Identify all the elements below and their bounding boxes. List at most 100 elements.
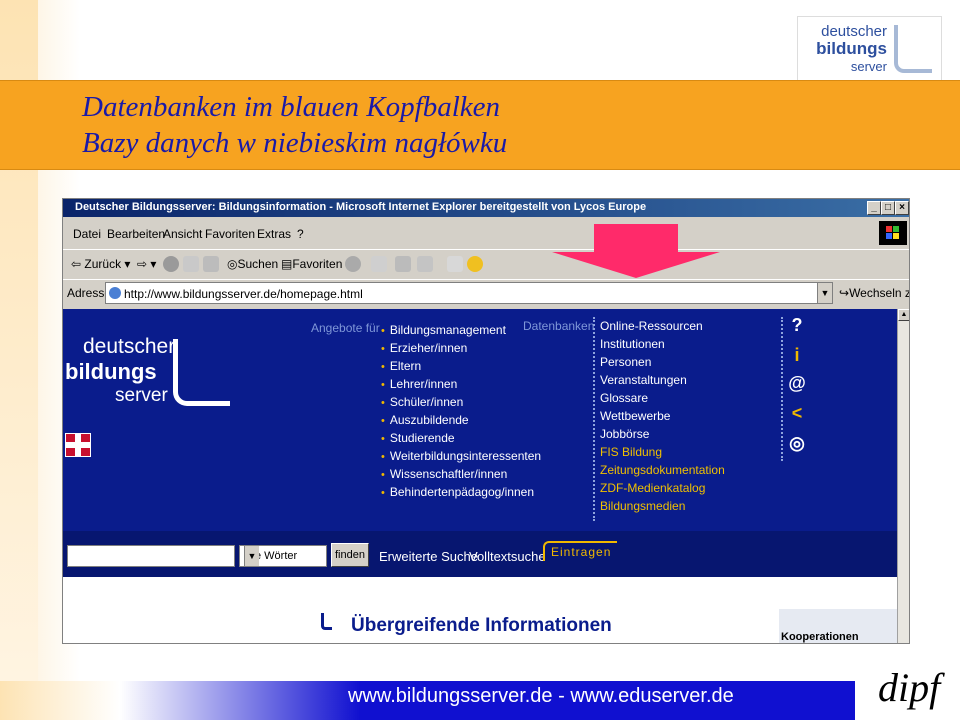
page-logo-line2: bildungs [65, 359, 157, 384]
email-icon[interactable]: @ [787, 373, 807, 394]
globe-icon[interactable]: ◎ [787, 433, 807, 454]
back-button[interactable]: ⇦ Zurück ▾ [71, 257, 130, 271]
address-url: http://www.bildungsserver.de/homepage.ht… [124, 287, 363, 301]
favorites-button[interactable]: ▤Favoriten [281, 257, 342, 271]
menu-ansicht[interactable]: Ansicht [163, 227, 202, 241]
menu-extras[interactable]: Extras [257, 227, 291, 241]
datenbanken-divider [593, 317, 597, 521]
sitemap-icon[interactable]: < [787, 403, 807, 424]
browser-screenshot: Deutscher Bildungsserver: Bildungsinform… [62, 198, 910, 644]
angebote-link[interactable]: Auszubildende [381, 411, 541, 429]
scroll-up-icon[interactable]: ▲ [898, 309, 909, 321]
page-logo-line1: deutscher [83, 335, 176, 358]
stop-icon[interactable] [163, 256, 179, 272]
maximize-button[interactable]: □ [881, 201, 895, 215]
datenbank-link[interactable]: Personen [600, 353, 703, 371]
datenbank-extra-link[interactable]: Bildungsmedien [600, 497, 725, 515]
forward-button[interactable]: ⇨ ▾ [137, 257, 156, 271]
angebote-link[interactable]: Behindertenpädagog/innen [381, 483, 541, 501]
go-label: Wechseln zu [849, 286, 909, 300]
datenbank-link[interactable]: Veranstaltungen [600, 371, 703, 389]
angebote-link[interactable]: Lehrer/innen [381, 375, 541, 393]
angebote-link[interactable]: Studierende [381, 429, 541, 447]
title-band: Datenbanken im blauen Kopfbalken Bazy da… [0, 80, 960, 170]
menu-help[interactable]: ? [297, 227, 304, 241]
english-flag-icon[interactable] [65, 433, 91, 457]
finden-button[interactable]: finden [331, 543, 369, 567]
go-arrow-icon: ↪ [839, 286, 850, 300]
print-icon[interactable] [395, 256, 411, 272]
datenbank-link[interactable]: Wettbewerbe [600, 407, 703, 425]
address-bar: Adresse http://www.bildungsserver.de/hom… [63, 279, 909, 306]
address-dropdown-icon[interactable]: ▼ [817, 282, 833, 304]
forward-arrow-icon: ⇨ ▾ [137, 257, 157, 271]
slide-title-polish: Bazy danych w niebieskim nagłówku [82, 127, 508, 159]
menu-bar: Datei Bearbeiten Ansicht Favoriten Extra… [63, 221, 909, 245]
search-mode-select[interactable]: alle Wörter ▼ [239, 545, 327, 567]
angebote-link[interactable]: Schüler/innen [381, 393, 541, 411]
subheading: Übergreifende Informationen [351, 615, 612, 636]
eintragen-tab[interactable]: Eintragen [543, 541, 618, 561]
datenbank-link[interactable]: Jobbörse [600, 425, 703, 443]
slide-logo-line3: server [850, 59, 887, 74]
subheading-bracket-icon [321, 613, 332, 630]
refresh-icon[interactable] [183, 256, 199, 272]
slide-title-german: Datenbanken im blauen Kopfbalken [82, 91, 500, 123]
windows-logo-icon [879, 221, 907, 245]
datenbank-extra-link[interactable]: FIS Bildung [600, 443, 725, 461]
datenbank-link[interactable]: Online-Ressourcen [600, 317, 703, 335]
erweiterte-suche-link[interactable]: Erweiterte Suche [379, 549, 478, 564]
angebote-link[interactable]: Weiterbildungsinteressenten [381, 447, 541, 465]
datenbank-extra-link[interactable]: ZDF-Medienkatalog [600, 479, 725, 497]
datenbanken-list: Online-Ressourcen Institutionen Personen… [600, 317, 703, 443]
back-arrow-icon: ⇦ [71, 257, 85, 271]
angebote-link[interactable]: Erzieher/innen [381, 339, 541, 357]
datenbank-extra-link[interactable]: Zeitungsdokumentation [600, 461, 725, 479]
datenbanken-extra-list: FIS Bildung Zeitungsdokumentation ZDF-Me… [600, 443, 725, 515]
pointer-arrow [552, 224, 720, 278]
menu-datei[interactable]: Datei [73, 227, 101, 241]
icons-divider [781, 317, 785, 461]
edit-icon[interactable] [417, 256, 433, 272]
chevron-down-icon: ▼ [244, 546, 259, 566]
search-label: Suchen [237, 257, 279, 271]
messenger-icon[interactable] [467, 256, 483, 272]
datenbank-link[interactable]: Glossare [600, 389, 703, 407]
slide-logo-line1: deutscher [821, 23, 887, 40]
webpage: deutscher bildungs server Angebote für B… [63, 309, 897, 643]
page-logo-bracket [173, 339, 230, 406]
slide-logo: deutscher bildungs server [797, 16, 942, 82]
go-button[interactable]: ↪Wechseln zu [839, 286, 909, 300]
datenbank-link[interactable]: Institutionen [600, 335, 703, 353]
close-button[interactable]: × [895, 201, 909, 215]
scrollbar[interactable]: ▲ [897, 309, 909, 643]
slide-logo-bracket [894, 25, 932, 73]
home-icon[interactable] [203, 256, 219, 272]
kooperationen-heading: Kooperationen [781, 631, 859, 643]
search-button[interactable]: ◎Suchen [227, 257, 278, 271]
favorites-label: Favoriten [292, 257, 343, 271]
volltextsuche-link[interactable]: Volltextsuche [469, 549, 546, 564]
menu-favoriten[interactable]: Favoriten [205, 227, 255, 241]
footer-urls: www.bildungsserver.de - www.eduserver.de [348, 685, 734, 707]
search-input[interactable] [67, 545, 235, 567]
address-input[interactable]: http://www.bildungsserver.de/homepage.ht… [105, 282, 831, 304]
page-icon [109, 287, 121, 299]
search-icon: ◎ [227, 257, 238, 271]
angebote-link[interactable]: Eltern [381, 357, 541, 375]
angebote-link[interactable]: Bildungsmanagement [381, 321, 541, 339]
angebote-label: Angebote für [311, 321, 380, 335]
slide-logo-line2: bildungs [816, 39, 887, 58]
angebote-link[interactable]: Wissenschaftler/innen [381, 465, 541, 483]
mail-icon[interactable] [371, 256, 387, 272]
window-titlebar: Deutscher Bildungsserver: Bildungsinform… [63, 199, 909, 217]
page-logo-line3: server [115, 385, 168, 406]
help-icon[interactable]: ? [787, 315, 807, 336]
dipf-logo-text: dipf [878, 665, 941, 710]
media-icon[interactable] [345, 256, 361, 272]
back-label: Zurück [84, 257, 122, 271]
discuss-icon[interactable] [447, 256, 463, 272]
menu-bearbeiten[interactable]: Bearbeiten [107, 227, 165, 241]
info-icon[interactable]: i [787, 345, 807, 366]
minimize-button[interactable]: _ [867, 201, 881, 215]
